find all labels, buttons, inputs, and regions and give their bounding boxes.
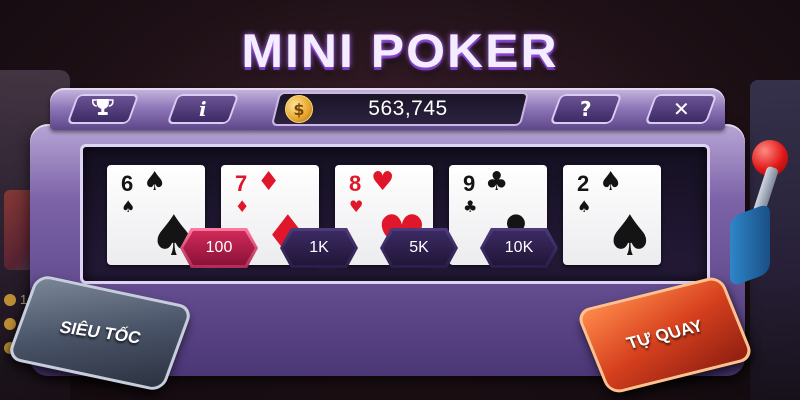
auto-spin-label: TỰ QUAY	[623, 316, 706, 353]
top-toolbar: i $ 563,745 ? ✕	[50, 88, 725, 130]
balance-value: 563,745	[368, 97, 448, 120]
coin-icon: $	[285, 95, 313, 123]
question-icon: ?	[580, 97, 592, 121]
close-icon: ✕	[672, 97, 690, 121]
heart-icon: ♥	[349, 197, 364, 216]
turbo-spin-label: SIÊU TỐC	[57, 317, 143, 348]
spade-icon: ♠	[577, 197, 592, 216]
lever-base	[730, 202, 770, 288]
bet-option-5k[interactable]: 5K	[380, 228, 458, 268]
card-rank: 6	[121, 171, 134, 196]
close-button[interactable]: ✕	[644, 94, 718, 124]
spin-lever[interactable]	[730, 140, 790, 288]
bet-label: 1K	[309, 239, 329, 256]
bet-option-10k[interactable]: 10K	[480, 228, 558, 268]
playing-card: 2 ♠ ♠ ♠	[563, 165, 661, 265]
trophy-icon	[92, 97, 114, 122]
info-icon: i	[199, 97, 207, 121]
bet-label: 5K	[409, 239, 429, 256]
diamond-icon: ♦	[257, 167, 281, 197]
bet-option-1k[interactable]: 1K	[280, 228, 358, 268]
bet-label: 100	[205, 239, 233, 256]
card-rank: 8	[349, 171, 362, 196]
club-icon: ♣	[485, 167, 509, 197]
game-title: MINI POKER	[241, 24, 559, 78]
bet-option-100[interactable]: 100	[180, 228, 258, 268]
bet-selector: 100 1K 5K 10K	[180, 228, 558, 268]
club-icon: ♣	[463, 197, 478, 216]
info-button[interactable]: i	[166, 94, 240, 124]
balance-display: $ 563,745	[270, 92, 530, 126]
bet-label: 10K	[504, 239, 534, 256]
card-rank: 9	[463, 171, 476, 196]
heart-icon: ♥	[371, 167, 395, 197]
card-rank: 2	[577, 171, 590, 196]
spade-icon: ♠	[599, 167, 623, 197]
card-rank: 7	[235, 171, 248, 196]
leaderboard-button[interactable]	[66, 94, 140, 124]
help-button[interactable]: ?	[549, 94, 623, 124]
diamond-icon: ♦	[235, 197, 250, 216]
spade-icon: ♠	[604, 204, 655, 269]
spade-icon: ♠	[143, 167, 167, 197]
spade-icon: ♠	[121, 197, 136, 216]
